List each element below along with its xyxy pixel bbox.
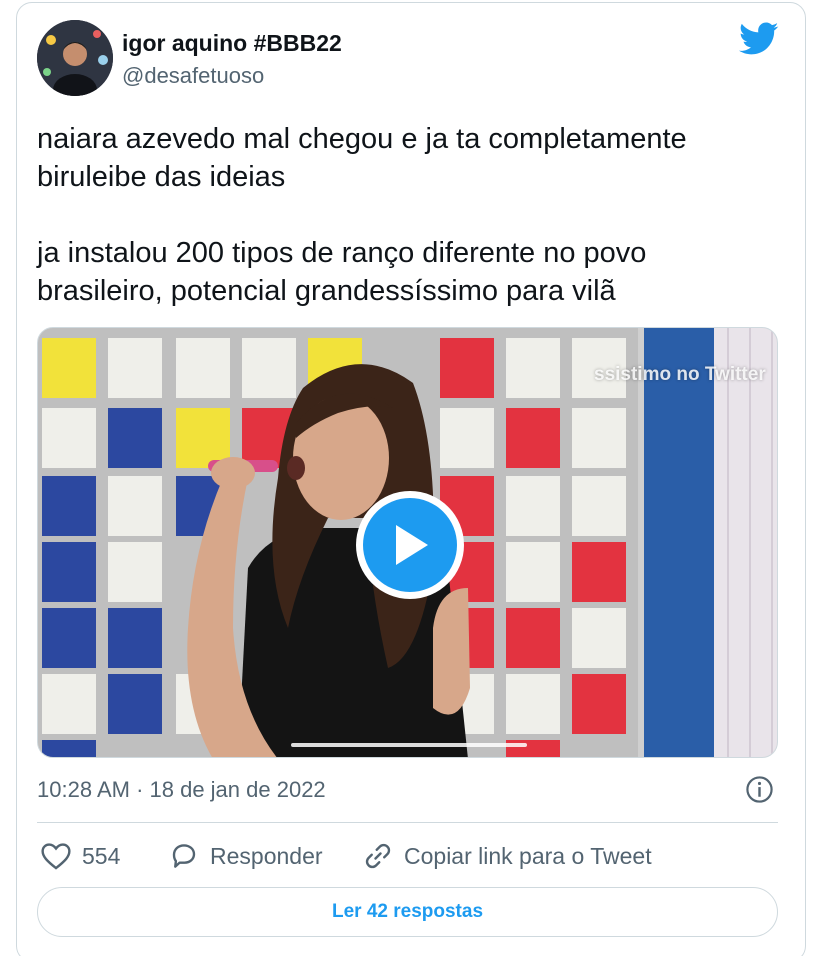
tweet-timestamp[interactable]: 10:28 AM · 18 de jan de 2022 <box>37 777 326 803</box>
play-button[interactable] <box>356 491 464 599</box>
read-replies-button[interactable]: Ler 42 respostas <box>37 887 778 937</box>
play-icon <box>396 525 428 565</box>
reply-action[interactable]: Responder <box>168 840 323 872</box>
link-icon <box>365 843 391 869</box>
tweet-paragraph: ja instalou 200 tipos de ranço diferente… <box>37 237 647 307</box>
avatar-image <box>37 20 113 96</box>
like-action[interactable]: 554 <box>40 840 120 872</box>
author-display-name[interactable]: igor aquino #BBB22 <box>122 30 342 57</box>
reply-bubble-icon <box>172 844 196 868</box>
tweet-text: naiara azevedo mal chegou e ja ta comple… <box>37 120 777 310</box>
play-button-inner <box>363 498 457 592</box>
divider <box>37 822 778 823</box>
author-handle[interactable]: @desafetuoso <box>122 63 264 89</box>
info-icon[interactable] <box>745 775 774 804</box>
tweet-paragraph: naiara azevedo mal chegou e ja ta comple… <box>37 123 687 193</box>
like-count: 554 <box>82 842 121 869</box>
video-progress-bar[interactable] <box>291 743 527 747</box>
twitter-bird-icon[interactable] <box>739 22 779 56</box>
heart-icon <box>41 843 71 870</box>
reply-label: Responder <box>210 842 323 869</box>
copy-link-action[interactable]: Copiar link para o Tweet <box>362 840 652 872</box>
video-watermark: ssistimo no Twitter <box>594 364 766 385</box>
copy-link-label: Copiar link para o Tweet <box>404 842 652 869</box>
author-avatar[interactable] <box>37 20 113 96</box>
video-player[interactable]: ssistimo no Twitter <box>37 327 778 758</box>
